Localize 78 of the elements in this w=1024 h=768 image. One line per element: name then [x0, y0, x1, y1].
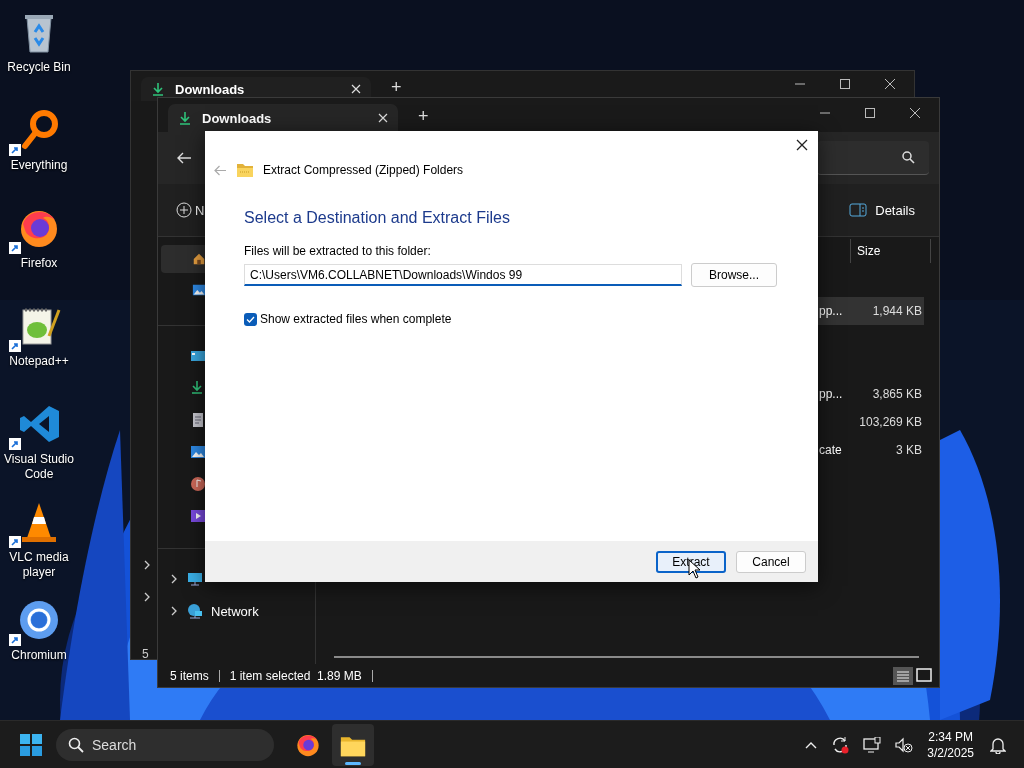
close-icon[interactable]	[884, 78, 896, 90]
scrollbar[interactable]	[334, 656, 919, 658]
table-cell: pp...	[819, 387, 843, 401]
time-text: 2:34 PM	[927, 728, 974, 745]
monitor-icon[interactable]	[187, 571, 203, 587]
new-tab-button[interactable]: +	[391, 77, 402, 98]
search-field[interactable]	[817, 141, 929, 175]
file-row[interactable]: 103,269 KB	[817, 408, 924, 436]
status-text: 1 item selected 1.89 MB	[229, 668, 362, 683]
start-button[interactable]	[20, 733, 42, 756]
dialog-heading: Select a Destination and Extract Files	[244, 209, 511, 227]
sidebar-item[interactable]	[161, 245, 206, 273]
column-header[interactable]: Size	[850, 239, 931, 263]
search-field[interactable]: Search	[56, 728, 274, 761]
icon-label: Notepad++	[8, 354, 70, 369]
bell-icon[interactable]	[990, 735, 1006, 754]
clock[interactable]: 2:34 PM 3/2/2025	[927, 728, 974, 761]
taskbar-app[interactable]	[332, 723, 374, 766]
maximize-icon[interactable]	[839, 78, 851, 90]
search-icon	[902, 151, 915, 164]
network-icon[interactable]	[187, 603, 203, 619]
sidebar-item[interactable]: Network	[211, 603, 259, 619]
new-button[interactable]: N	[195, 202, 205, 218]
chevron-right-icon[interactable]	[142, 560, 152, 570]
download-icon	[178, 111, 192, 125]
file-row[interactable]: cate 3 KB	[817, 436, 924, 464]
icon-label: Visual Studio Code	[3, 452, 75, 482]
dialog-title: Extract Compressed (Zipped) Folders	[263, 163, 464, 177]
details-pane-icon[interactable]	[849, 203, 868, 217]
tiles-view-icon[interactable]	[915, 667, 933, 685]
status-text: 5	[142, 647, 149, 661]
status-text: 5 items	[170, 668, 209, 683]
table-cell: pp...	[819, 304, 843, 318]
home-icon	[192, 251, 206, 267]
close-icon[interactable]	[796, 139, 808, 151]
music-note-icon[interactable]	[190, 476, 206, 492]
file-row[interactable]: pp... 3,865 KB	[817, 380, 924, 408]
plus-circle-icon[interactable]	[176, 202, 192, 218]
maximize-icon[interactable]	[864, 107, 876, 119]
tab-title: Downloads	[175, 81, 246, 97]
cancel-button[interactable]: Cancel	[736, 550, 806, 573]
desktop-icon[interactable]	[190, 348, 206, 364]
icon-label: Everything	[9, 158, 69, 173]
path-field[interactable]: C:\Users\VM6.COLLABNET\Downloads\Windos 99	[244, 264, 682, 286]
table-cell: cate	[819, 443, 842, 457]
image-icon[interactable]	[190, 444, 206, 460]
tab-title: Downloads	[202, 110, 273, 126]
close-icon[interactable]	[909, 107, 921, 119]
table-cell: 3,865 KB	[872, 387, 922, 401]
browse-button[interactable]: Browse...	[691, 263, 777, 287]
monitor-icon[interactable]	[863, 736, 882, 753]
table-cell: 1,944 KB	[872, 304, 922, 318]
table-cell: 3 KB	[896, 443, 922, 457]
zipped-folder-icon	[237, 163, 253, 177]
checkbox-label[interactable]: Show extracted files when complete	[260, 312, 452, 326]
field-label: Files will be extracted to this folder:	[244, 244, 432, 258]
new-tab-button[interactable]: +	[418, 106, 429, 127]
chevron-right-icon[interactable]	[142, 592, 152, 602]
search-icon	[68, 736, 84, 753]
icon-label: Chromium	[10, 648, 68, 663]
table-cell: 103,269 KB	[859, 415, 922, 429]
download-icon	[151, 82, 165, 96]
date-text: 3/2/2025	[927, 744, 974, 761]
icon-label: Recycle Bin	[6, 60, 72, 75]
extract-button[interactable]: Extract	[656, 550, 726, 573]
file-row[interactable]: pp... 1,944 KB	[817, 297, 924, 325]
details-button[interactable]: Details	[875, 202, 915, 218]
sync-icon[interactable]	[831, 735, 850, 754]
icon-label: VLC media player	[8, 550, 70, 580]
chevron-right-icon[interactable]	[169, 606, 179, 616]
icon-label: Firefox	[19, 256, 59, 271]
document-icon[interactable]	[190, 412, 206, 428]
caret-up-icon[interactable]	[805, 740, 818, 749]
chevron-right-icon[interactable]	[169, 574, 179, 584]
checkbox[interactable]	[244, 312, 257, 326]
ring-icon[interactable]	[17, 598, 61, 642]
muted-speaker-icon[interactable]	[895, 736, 914, 753]
video-icon[interactable]	[190, 508, 206, 524]
